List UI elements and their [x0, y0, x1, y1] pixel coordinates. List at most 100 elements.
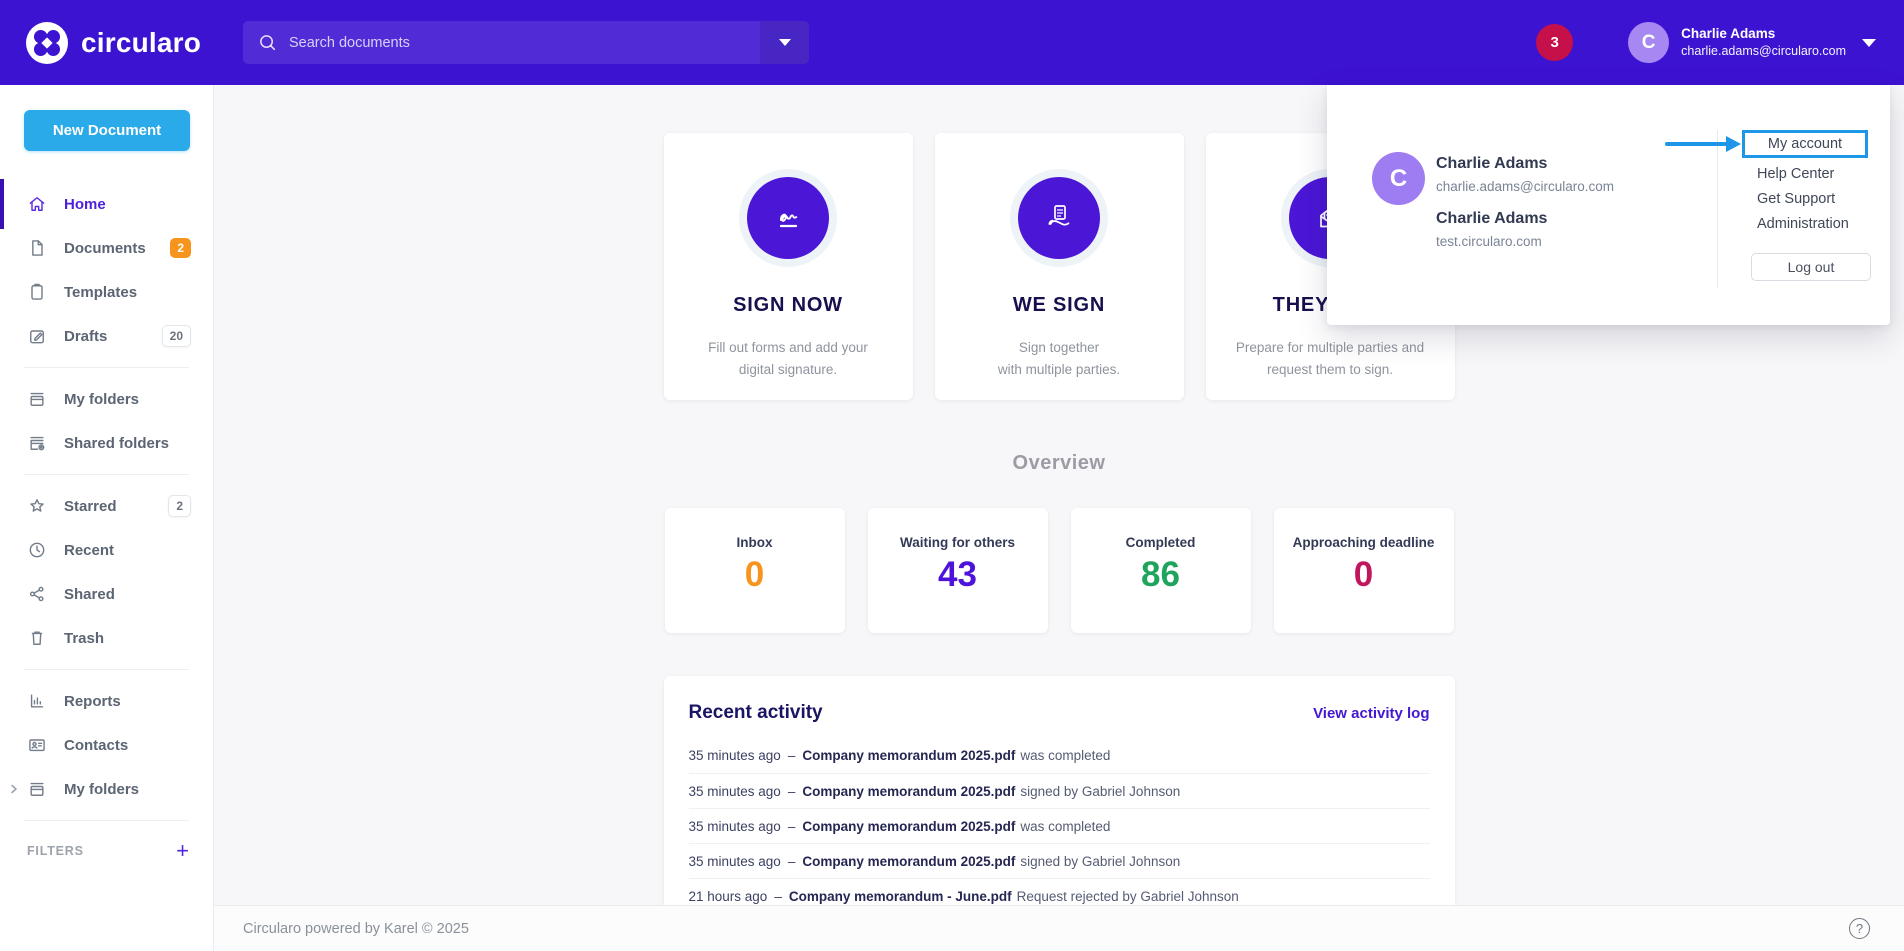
sidebar-item-contacts[interactable]: Contacts	[0, 723, 213, 767]
sidebar-item-reports[interactable]: Reports	[0, 679, 213, 723]
activity-row[interactable]: 21 hours ago – Company memorandum - June…	[689, 878, 1430, 905]
divider	[1717, 130, 1718, 288]
icon-halo	[739, 169, 837, 267]
overview-title: Overview	[214, 452, 1904, 475]
menu-item-administration[interactable]: Administration	[1757, 216, 1849, 232]
account-email: charlie.adams@circularo.com	[1436, 179, 1614, 194]
activity-row[interactable]: 35 minutes ago – Company memorandum 2025…	[689, 843, 1430, 878]
annotation-arrow	[1665, 142, 1729, 146]
action-card-title: WE SIGN	[935, 294, 1184, 317]
sidebar-nav: Home Documents 2 Templates Drafts 20 My …	[0, 182, 213, 862]
sidebar-item-label: Drafts	[64, 328, 107, 345]
sidebar-item-label: Starred	[64, 498, 117, 515]
sign-now-card[interactable]: SIGN NOW Fill out forms and add your dig…	[664, 133, 913, 400]
filters-row: FILTERS	[0, 840, 213, 862]
chevron-right-icon[interactable]	[8, 783, 20, 795]
notifications-badge[interactable]: 3	[1536, 24, 1573, 61]
stat-card-approaching-deadline[interactable]: Approaching deadline 0	[1274, 508, 1454, 633]
avatar[interactable]: C	[1628, 22, 1669, 63]
annotation-arrow-head	[1726, 136, 1741, 152]
sidebar-item-label: Trash	[64, 630, 104, 647]
stat-value: 0	[665, 557, 845, 592]
count-badge: 20	[162, 325, 191, 347]
share-icon	[27, 584, 47, 604]
new-document-button[interactable]: New Document	[24, 110, 190, 151]
stat-card-waiting-for-others[interactable]: Waiting for others 43	[868, 508, 1048, 633]
recent-activity-title: Recent activity	[689, 702, 823, 724]
chevron-down-icon	[779, 39, 791, 46]
menu-item-my-account[interactable]: My account	[1742, 130, 1868, 158]
activity-action: Request rejected by Gabriel Johnson	[1017, 889, 1239, 904]
top-bar: circularo 3 C Charlie Adams charlie.adam…	[0, 0, 1904, 85]
action-card-title: SIGN NOW	[664, 294, 913, 317]
count-badge: 2	[170, 238, 191, 258]
overview-stats-row: Inbox 0 Waiting for others 43 Completed …	[214, 508, 1904, 633]
activity-row[interactable]: 35 minutes ago – Company memorandum 2025…	[689, 738, 1430, 773]
user-email: charlie.adams@circularo.com	[1681, 43, 1846, 60]
sidebar-item-my-folders[interactable]: My folders	[0, 377, 213, 421]
activity-time: 35 minutes ago	[689, 784, 781, 799]
circularo-app: circularo 3 C Charlie Adams charlie.adam…	[0, 0, 1904, 951]
search-bar[interactable]	[243, 21, 809, 64]
document-icon	[27, 238, 47, 258]
add-filter-button[interactable]	[176, 840, 189, 862]
search-scope-dropdown[interactable]	[760, 21, 809, 64]
activity-time: 35 minutes ago	[689, 748, 781, 763]
sidebar-item-shared-folders[interactable]: Shared folders	[0, 421, 213, 465]
sidebar-item-starred[interactable]: Starred 2	[0, 484, 213, 528]
filters-label: FILTERS	[27, 844, 84, 858]
view-activity-log-link[interactable]: View activity log	[1313, 705, 1429, 722]
separator: –	[788, 748, 796, 763]
sidebar-item-documents[interactable]: Documents 2	[0, 226, 213, 270]
activity-row[interactable]: 35 minutes ago – Company memorandum 2025…	[689, 808, 1430, 843]
divider	[24, 474, 189, 475]
menu-item-help-center[interactable]: Help Center	[1757, 166, 1834, 182]
stat-value: 0	[1274, 557, 1454, 592]
divider	[24, 367, 189, 368]
activity-file: Company memorandum 2025.pdf	[802, 748, 1015, 763]
stat-label: Approaching deadline	[1274, 535, 1454, 550]
activity-action: was completed	[1020, 819, 1110, 834]
activity-row[interactable]: 35 minutes ago – Company memorandum 2025…	[689, 773, 1430, 808]
stat-value: 43	[868, 557, 1048, 592]
log-out-button[interactable]: Log out	[1751, 253, 1871, 281]
sidebar: New Document Home Documents 2 Templates …	[0, 85, 214, 951]
count-badge: 2	[168, 495, 191, 517]
recent-activity-card: Recent activity View activity log 35 min…	[664, 676, 1455, 905]
we-sign-card[interactable]: WE SIGN Sign together with multiple part…	[935, 133, 1184, 400]
search-input[interactable]	[277, 35, 760, 51]
hand-document-icon	[1018, 177, 1100, 259]
sidebar-item-label: My folders	[64, 391, 139, 408]
user-menu-trigger[interactable]: C Charlie Adams charlie.adams@circularo.…	[1628, 22, 1876, 63]
clock-icon	[27, 540, 47, 560]
footer: Circularo powered by Karel © 2025	[214, 905, 1904, 951]
action-card-description: Prepare for multiple parties and request…	[1206, 337, 1455, 380]
help-icon[interactable]	[1849, 918, 1870, 939]
separator: –	[774, 889, 782, 904]
sidebar-item-trash[interactable]: Trash	[0, 616, 213, 660]
activity-file: Company memorandum - June.pdf	[789, 889, 1012, 904]
activity-action: signed by Gabriel Johnson	[1020, 784, 1180, 799]
app-logo[interactable]: circularo	[26, 22, 201, 64]
star-icon	[27, 496, 47, 516]
activity-rows: 35 minutes ago – Company memorandum 2025…	[689, 738, 1430, 905]
menu-item-get-support[interactable]: Get Support	[1757, 191, 1835, 207]
activity-action: was completed	[1020, 748, 1110, 763]
sidebar-item-label: Shared	[64, 586, 115, 603]
sidebar-item-home[interactable]: Home	[0, 182, 213, 226]
home-icon	[27, 194, 47, 214]
sidebar-item-drafts[interactable]: Drafts 20	[0, 314, 213, 358]
stat-label: Waiting for others	[868, 535, 1048, 550]
sidebar-item-my-folders-tree[interactable]: My folders	[0, 767, 213, 811]
sidebar-item-recent[interactable]: Recent	[0, 528, 213, 572]
brand-name: circularo	[81, 27, 201, 59]
action-card-description: Sign together with multiple parties.	[935, 337, 1184, 380]
signature-icon	[747, 177, 829, 259]
circularo-logo-icon	[26, 22, 68, 64]
sidebar-item-shared[interactable]: Shared	[0, 572, 213, 616]
user-name: Charlie Adams	[1681, 25, 1846, 43]
stat-card-inbox[interactable]: Inbox 0	[665, 508, 845, 633]
stat-card-completed[interactable]: Completed 86	[1071, 508, 1251, 633]
top-bar-right: 3 C Charlie Adams charlie.adams@circular…	[1536, 0, 1876, 85]
sidebar-item-templates[interactable]: Templates	[0, 270, 213, 314]
